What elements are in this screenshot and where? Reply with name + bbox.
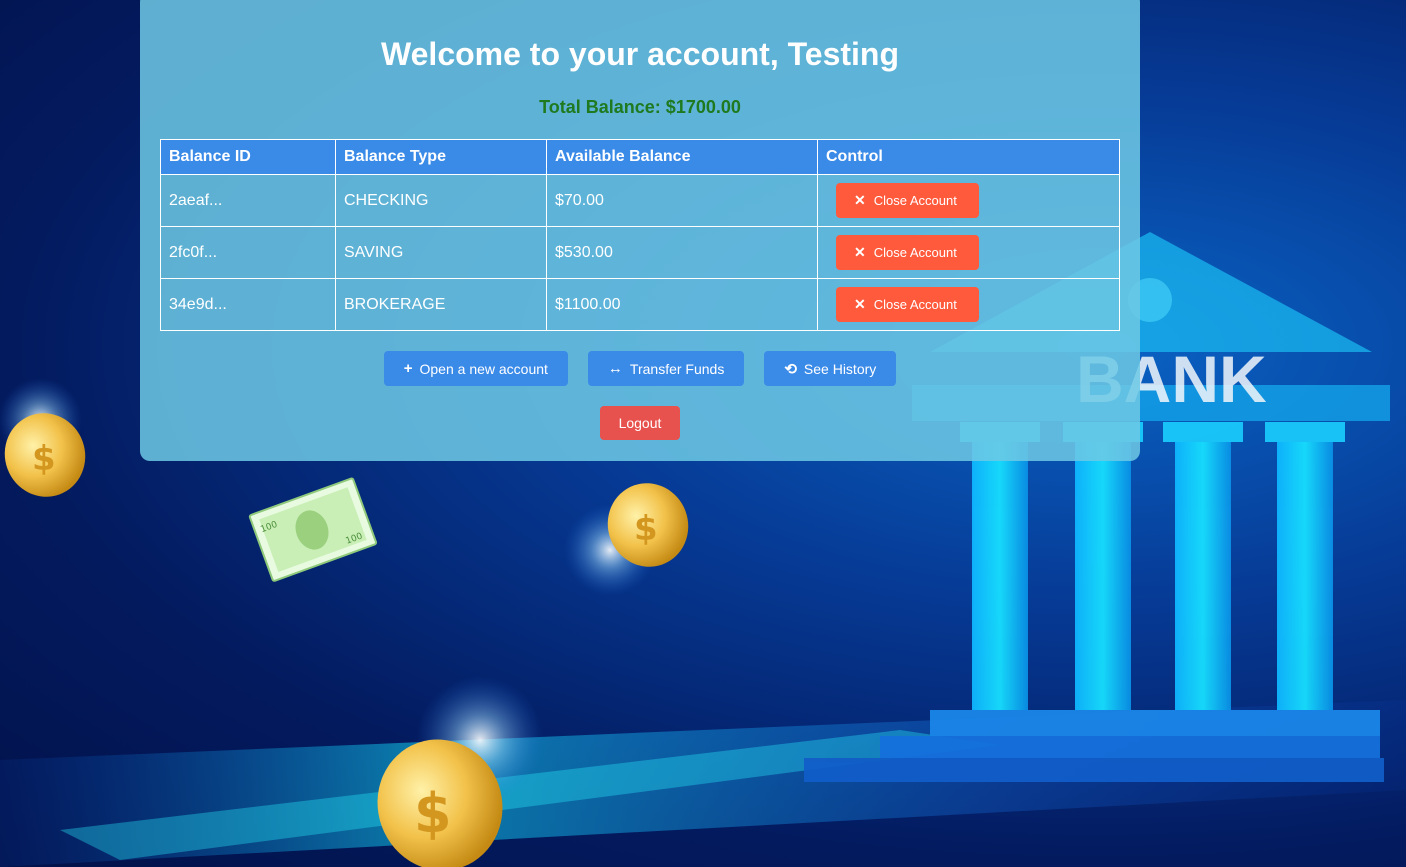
- account-actions: + Open a new account ↔ Transfer Funds ⟲ …: [140, 351, 1140, 386]
- table-row: 2fc0f... SAVING $530.00 ✕ Close Account: [160, 226, 1120, 279]
- arrows-horizontal-icon: ↔: [607, 360, 623, 377]
- plus-icon: +: [403, 360, 413, 377]
- column-header-available-balance: Available Balance: [546, 139, 818, 175]
- balance-id-cell: 2fc0f...: [160, 226, 336, 279]
- table-row: 2aeaf... CHECKING $70.00 ✕ Close Account: [160, 174, 1120, 227]
- close-account-label: Close Account: [873, 297, 957, 312]
- account-card: Welcome to your account, Testing Total B…: [140, 0, 1140, 461]
- column-header-balance-type: Balance Type: [335, 139, 547, 175]
- banknote: 100 100: [248, 477, 378, 582]
- close-account-label: Close Account: [873, 245, 957, 260]
- close-account-label: Close Account: [873, 193, 957, 208]
- svg-text:$: $: [32, 439, 56, 479]
- available-balance-cell: $70.00: [546, 174, 818, 227]
- close-icon: ✕: [854, 244, 866, 260]
- transfer-funds-button[interactable]: ↔ Transfer Funds: [587, 351, 745, 386]
- control-cell: ✕ Close Account: [817, 226, 1120, 279]
- balance-id-cell: 34e9d...: [160, 278, 336, 331]
- svg-text:$: $: [634, 509, 658, 549]
- control-cell: ✕ Close Account: [817, 278, 1120, 331]
- balance-id-cell: 2aeaf...: [160, 174, 336, 227]
- close-account-button[interactable]: ✕ Close Account: [836, 287, 979, 322]
- balance-type-cell: SAVING: [335, 226, 547, 279]
- close-icon: ✕: [854, 296, 866, 312]
- column-header-control: Control: [817, 139, 1120, 175]
- see-history-button[interactable]: ⟲ See History: [764, 351, 897, 386]
- close-account-button[interactable]: ✕ Close Account: [836, 235, 979, 270]
- balance-type-cell: CHECKING: [335, 174, 547, 227]
- svg-text:$: $: [414, 782, 452, 845]
- available-balance-cell: $1100.00: [546, 278, 818, 331]
- control-cell: ✕ Close Account: [817, 174, 1120, 227]
- close-icon: ✕: [854, 192, 866, 208]
- logout-button[interactable]: Logout: [600, 406, 680, 440]
- coin-middle: $: [564, 483, 689, 596]
- open-account-label: Open a new account: [419, 360, 548, 377]
- available-balance-cell: $530.00: [546, 226, 818, 279]
- balances-table: Balance ID Balance Type Available Balanc…: [160, 139, 1120, 331]
- see-history-label: See History: [803, 360, 877, 377]
- transfer-funds-label: Transfer Funds: [629, 360, 725, 377]
- balance-type-cell: BROKERAGE: [335, 278, 547, 331]
- column-header-balance-id: Balance ID: [160, 139, 336, 175]
- history-icon: ⟲: [784, 360, 797, 378]
- table-row: 34e9d... BROKERAGE $1100.00 ✕ Close Acco…: [160, 278, 1120, 331]
- total-balance: Total Balance: $1700.00: [539, 97, 741, 117]
- page-title: Welcome to your account, Testing: [381, 36, 899, 72]
- open-account-button[interactable]: + Open a new account: [383, 351, 568, 386]
- table-header-row: Balance ID Balance Type Available Balanc…: [160, 139, 1120, 175]
- close-account-button[interactable]: ✕ Close Account: [836, 183, 979, 218]
- coin-left: $: [0, 378, 86, 497]
